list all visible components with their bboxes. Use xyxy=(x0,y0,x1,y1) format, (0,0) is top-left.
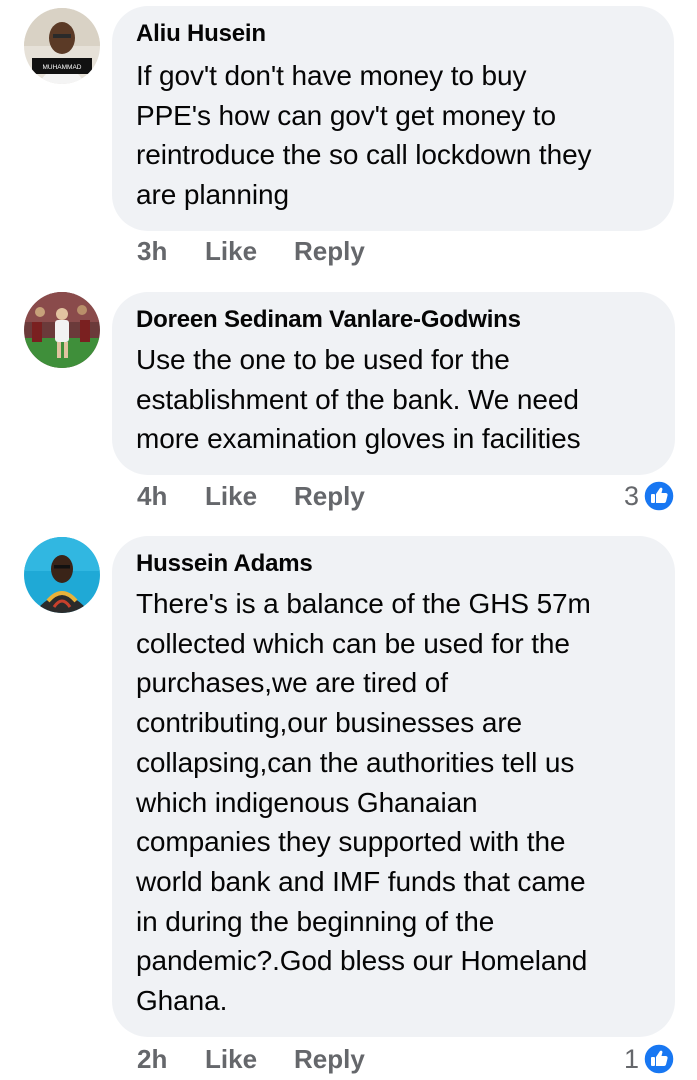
comment-actions: 2h Like Reply xyxy=(137,1042,365,1076)
reply-button[interactable]: Reply xyxy=(294,481,365,512)
avatar[interactable] xyxy=(24,292,100,368)
reply-button[interactable]: Reply xyxy=(294,236,365,267)
avatar[interactable]: MUHAMMAD xyxy=(24,8,100,84)
comment-text-line: pandemic?.God bless our Homeland xyxy=(136,945,588,977)
comment-timestamp[interactable]: 4h xyxy=(137,481,205,512)
comment-text-line: collapsing,can the authorities tell us xyxy=(136,746,575,778)
comment-text: If gov't don't have money to buy PPE's h… xyxy=(136,56,650,215)
avatar-image xyxy=(24,537,100,613)
avatar-image: MUHAMMAD xyxy=(24,8,100,84)
comment-text-line: reintroduce the so call lockdown they xyxy=(136,139,592,171)
comment-text-line: world bank and IMF funds that came xyxy=(136,865,586,897)
like-thumb-icon xyxy=(643,1043,675,1075)
comment-timestamp[interactable]: 3h xyxy=(137,236,205,267)
comment-text-line: more examination gloves in facilities xyxy=(136,423,581,455)
comment-text: Use the one to be used for the establish… xyxy=(136,340,651,459)
like-thumb-icon xyxy=(643,480,675,512)
comment-text-line: establishment of the bank. We need xyxy=(136,383,579,415)
comment-author[interactable]: Doreen Sedinam Vanlare-Godwins xyxy=(136,306,651,334)
reaction-count: 1 xyxy=(623,1043,639,1074)
avatar-image xyxy=(24,292,100,368)
reaction-count: 3 xyxy=(623,480,639,511)
comment-actions: 4h Like Reply xyxy=(137,479,365,513)
avatar-caption: MUHAMMAD xyxy=(43,64,82,71)
comment-text-line: purchases,we are tired of xyxy=(136,667,448,699)
comment-text: There's is a balance of the GHS 57m coll… xyxy=(136,584,651,1021)
comment-text-line: contributing,our businesses are xyxy=(136,707,523,739)
comment-bubble[interactable]: Hussein Adams There's is a balance of th… xyxy=(112,536,675,1037)
comment-timestamp[interactable]: 2h xyxy=(137,1044,205,1075)
comment-text-line: collected which can be used for the xyxy=(136,627,570,659)
comment-actions: 3h Like Reply xyxy=(137,234,365,268)
comment-author[interactable]: Hussein Adams xyxy=(136,550,651,578)
like-button[interactable]: Like xyxy=(205,481,294,512)
comment-text-line: are planning xyxy=(136,179,289,211)
comment-text-line: which indigenous Ghanaian xyxy=(136,786,478,818)
avatar[interactable] xyxy=(24,537,100,613)
comment-bubble[interactable]: Aliu Husein If gov't don't have money to… xyxy=(112,6,674,231)
comment-text-line: Ghana. xyxy=(136,985,228,1017)
comment-text-line: in during the beginning of the xyxy=(136,905,495,937)
comment-text-line: Use the one to be used for the xyxy=(136,344,510,375)
reaction-summary[interactable]: 3 xyxy=(624,479,675,513)
comment-author[interactable]: Aliu Husein xyxy=(136,20,650,48)
comment-text-line: If gov't don't have money to buy xyxy=(136,60,527,91)
comment-text-line: companies they supported with the xyxy=(136,826,566,858)
like-button[interactable]: Like xyxy=(205,1044,294,1075)
comment-bubble[interactable]: Doreen Sedinam Vanlare-Godwins Use the o… xyxy=(112,292,675,476)
like-button[interactable]: Like xyxy=(205,236,294,267)
comments-page: MUHAMMAD Aliu Husein If gov't don't have… xyxy=(0,0,697,1080)
reply-button[interactable]: Reply xyxy=(294,1044,365,1075)
reaction-summary[interactable]: 1 xyxy=(624,1042,675,1076)
comment-text-line: There's is a balance of the GHS 57m xyxy=(136,588,591,619)
comment-text-line: PPE's how can gov't get money to xyxy=(136,99,556,131)
